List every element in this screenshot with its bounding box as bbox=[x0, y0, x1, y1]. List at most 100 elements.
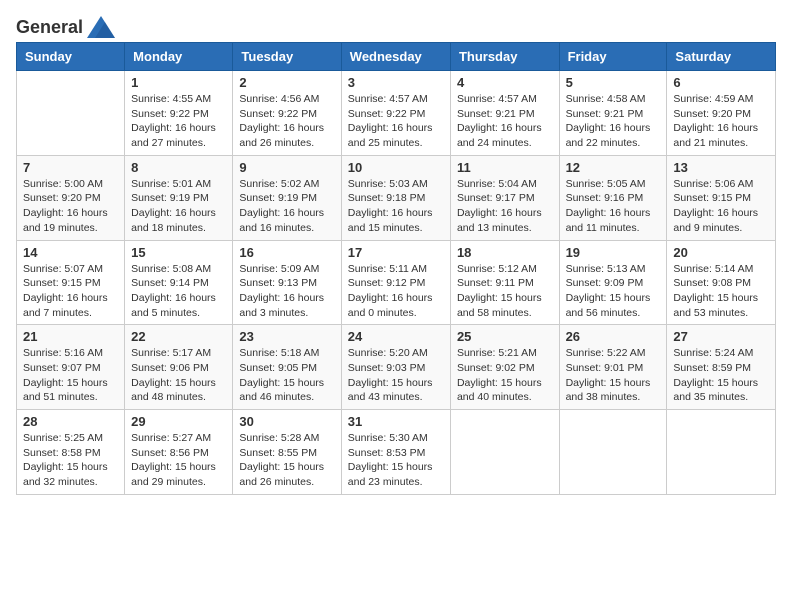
day-number: 29 bbox=[131, 414, 226, 429]
day-info: Sunrise: 5:07 AM Sunset: 9:15 PM Dayligh… bbox=[23, 262, 118, 321]
day-number: 13 bbox=[673, 160, 769, 175]
day-header-thursday: Thursday bbox=[450, 43, 559, 71]
day-info: Sunrise: 5:08 AM Sunset: 9:14 PM Dayligh… bbox=[131, 262, 226, 321]
calendar-cell: 30 Sunrise: 5:28 AM Sunset: 8:55 PM Dayli… bbox=[233, 410, 341, 495]
calendar-table: SundayMondayTuesdayWednesdayThursdayFrid… bbox=[16, 42, 776, 495]
day-info: Sunrise: 5:18 AM Sunset: 9:05 PM Dayligh… bbox=[239, 346, 334, 405]
day-info: Sunrise: 5:04 AM Sunset: 9:17 PM Dayligh… bbox=[457, 177, 553, 236]
day-info: Sunrise: 5:27 AM Sunset: 8:56 PM Dayligh… bbox=[131, 431, 226, 490]
day-number: 20 bbox=[673, 245, 769, 260]
day-number: 8 bbox=[131, 160, 226, 175]
calendar-cell: 27 Sunrise: 5:24 AM Sunset: 8:59 PM Dayli… bbox=[667, 325, 776, 410]
day-info: Sunrise: 5:09 AM Sunset: 9:13 PM Dayligh… bbox=[239, 262, 334, 321]
day-info: Sunrise: 4:55 AM Sunset: 9:22 PM Dayligh… bbox=[131, 92, 226, 151]
day-number: 7 bbox=[23, 160, 118, 175]
day-number: 23 bbox=[239, 329, 334, 344]
calendar-cell: 21 Sunrise: 5:16 AM Sunset: 9:07 PM Dayli… bbox=[17, 325, 125, 410]
calendar-header-row: SundayMondayTuesdayWednesdayThursdayFrid… bbox=[17, 43, 776, 71]
day-info: Sunrise: 4:57 AM Sunset: 9:21 PM Dayligh… bbox=[457, 92, 553, 151]
calendar-cell: 10Sunrise: 5:03 AM Sunset: 9:18 PM Dayli… bbox=[341, 155, 450, 240]
day-info: Sunrise: 5:30 AM Sunset: 8:53 PM Dayligh… bbox=[348, 431, 444, 490]
day-number: 1 bbox=[131, 75, 226, 90]
calendar-cell: 2 Sunrise: 4:56 AM Sunset: 9:22 PM Daylig… bbox=[233, 71, 341, 156]
calendar-cell: 14 Sunrise: 5:07 AM Sunset: 9:15 PM Dayli… bbox=[17, 240, 125, 325]
day-number: 11 bbox=[457, 160, 553, 175]
day-number: 10 bbox=[348, 160, 444, 175]
day-number: 31 bbox=[348, 414, 444, 429]
day-number: 9 bbox=[239, 160, 334, 175]
calendar-cell bbox=[450, 410, 559, 495]
day-info: Sunrise: 5:28 AM Sunset: 8:55 PM Dayligh… bbox=[239, 431, 334, 490]
calendar-cell: 13 Sunrise: 5:06 AM Sunset: 9:15 PM Dayli… bbox=[667, 155, 776, 240]
logo: General bbox=[16, 16, 115, 34]
logo-icon bbox=[87, 16, 115, 38]
calendar-cell: 11 Sunrise: 5:04 AM Sunset: 9:17 PM Dayli… bbox=[450, 155, 559, 240]
day-info: Sunrise: 4:58 AM Sunset: 9:21 PM Dayligh… bbox=[566, 92, 661, 151]
calendar-week-row: 21 Sunrise: 5:16 AM Sunset: 9:07 PM Dayli… bbox=[17, 325, 776, 410]
day-number: 15 bbox=[131, 245, 226, 260]
day-info: Sunrise: 5:17 AM Sunset: 9:06 PM Dayligh… bbox=[131, 346, 226, 405]
day-info: Sunrise: 5:11 AM Sunset: 9:12 PM Dayligh… bbox=[348, 262, 444, 321]
day-number: 27 bbox=[673, 329, 769, 344]
calendar-cell: 5 Sunrise: 4:58 AM Sunset: 9:21 PM Daylig… bbox=[559, 71, 667, 156]
day-info: Sunrise: 5:06 AM Sunset: 9:15 PM Dayligh… bbox=[673, 177, 769, 236]
calendar-cell: 8Sunrise: 5:01 AM Sunset: 9:19 PM Daylig… bbox=[125, 155, 233, 240]
calendar-cell: 12 Sunrise: 5:05 AM Sunset: 9:16 PM Dayli… bbox=[559, 155, 667, 240]
day-info: Sunrise: 5:05 AM Sunset: 9:16 PM Dayligh… bbox=[566, 177, 661, 236]
day-info: Sunrise: 5:25 AM Sunset: 8:58 PM Dayligh… bbox=[23, 431, 118, 490]
day-number: 30 bbox=[239, 414, 334, 429]
day-header-wednesday: Wednesday bbox=[341, 43, 450, 71]
calendar-cell: 17 Sunrise: 5:11 AM Sunset: 9:12 PM Dayli… bbox=[341, 240, 450, 325]
calendar-cell: 16Sunrise: 5:09 AM Sunset: 9:13 PM Dayli… bbox=[233, 240, 341, 325]
day-info: Sunrise: 4:59 AM Sunset: 9:20 PM Dayligh… bbox=[673, 92, 769, 151]
calendar-cell: 1 Sunrise: 4:55 AM Sunset: 9:22 PM Daylig… bbox=[125, 71, 233, 156]
day-header-tuesday: Tuesday bbox=[233, 43, 341, 71]
calendar-cell: 19Sunrise: 5:13 AM Sunset: 9:09 PM Dayli… bbox=[559, 240, 667, 325]
day-number: 26 bbox=[566, 329, 661, 344]
calendar-cell: 4Sunrise: 4:57 AM Sunset: 9:21 PM Daylig… bbox=[450, 71, 559, 156]
calendar-cell: 18 Sunrise: 5:12 AM Sunset: 9:11 PM Dayli… bbox=[450, 240, 559, 325]
day-info: Sunrise: 5:21 AM Sunset: 9:02 PM Dayligh… bbox=[457, 346, 553, 405]
day-info: Sunrise: 5:20 AM Sunset: 9:03 PM Dayligh… bbox=[348, 346, 444, 405]
day-info: Sunrise: 5:24 AM Sunset: 8:59 PM Dayligh… bbox=[673, 346, 769, 405]
calendar-week-row: 7Sunrise: 5:00 AM Sunset: 9:20 PM Daylig… bbox=[17, 155, 776, 240]
calendar-week-row: 14 Sunrise: 5:07 AM Sunset: 9:15 PM Dayli… bbox=[17, 240, 776, 325]
page-header: General bbox=[16, 16, 776, 34]
day-number: 21 bbox=[23, 329, 118, 344]
day-info: Sunrise: 5:12 AM Sunset: 9:11 PM Dayligh… bbox=[457, 262, 553, 321]
day-info: Sunrise: 5:13 AM Sunset: 9:09 PM Dayligh… bbox=[566, 262, 661, 321]
calendar-cell: 15 Sunrise: 5:08 AM Sunset: 9:14 PM Dayli… bbox=[125, 240, 233, 325]
calendar-week-row: 28Sunrise: 5:25 AM Sunset: 8:58 PM Dayli… bbox=[17, 410, 776, 495]
calendar-cell: 28Sunrise: 5:25 AM Sunset: 8:58 PM Dayli… bbox=[17, 410, 125, 495]
calendar-cell bbox=[559, 410, 667, 495]
calendar-cell: 9Sunrise: 5:02 AM Sunset: 9:19 PM Daylig… bbox=[233, 155, 341, 240]
day-number: 24 bbox=[348, 329, 444, 344]
calendar-cell bbox=[17, 71, 125, 156]
day-number: 2 bbox=[239, 75, 334, 90]
day-info: Sunrise: 4:56 AM Sunset: 9:22 PM Dayligh… bbox=[239, 92, 334, 151]
day-header-sunday: Sunday bbox=[17, 43, 125, 71]
day-number: 5 bbox=[566, 75, 661, 90]
day-info: Sunrise: 5:16 AM Sunset: 9:07 PM Dayligh… bbox=[23, 346, 118, 405]
day-info: Sunrise: 5:22 AM Sunset: 9:01 PM Dayligh… bbox=[566, 346, 661, 405]
day-number: 25 bbox=[457, 329, 553, 344]
calendar-cell: 6 Sunrise: 4:59 AM Sunset: 9:20 PM Daylig… bbox=[667, 71, 776, 156]
calendar-cell: 7Sunrise: 5:00 AM Sunset: 9:20 PM Daylig… bbox=[17, 155, 125, 240]
day-header-saturday: Saturday bbox=[667, 43, 776, 71]
calendar-cell bbox=[667, 410, 776, 495]
day-info: Sunrise: 4:57 AM Sunset: 9:22 PM Dayligh… bbox=[348, 92, 444, 151]
calendar-cell: 26 Sunrise: 5:22 AM Sunset: 9:01 PM Dayli… bbox=[559, 325, 667, 410]
day-number: 22 bbox=[131, 329, 226, 344]
day-info: Sunrise: 5:14 AM Sunset: 9:08 PM Dayligh… bbox=[673, 262, 769, 321]
logo-general: General bbox=[16, 17, 83, 38]
day-number: 17 bbox=[348, 245, 444, 260]
calendar-cell: 3 Sunrise: 4:57 AM Sunset: 9:22 PM Daylig… bbox=[341, 71, 450, 156]
day-number: 14 bbox=[23, 245, 118, 260]
day-number: 3 bbox=[348, 75, 444, 90]
calendar-cell: 25 Sunrise: 5:21 AM Sunset: 9:02 PM Dayli… bbox=[450, 325, 559, 410]
day-number: 6 bbox=[673, 75, 769, 90]
day-number: 18 bbox=[457, 245, 553, 260]
day-number: 12 bbox=[566, 160, 661, 175]
calendar-cell: 20 Sunrise: 5:14 AM Sunset: 9:08 PM Dayli… bbox=[667, 240, 776, 325]
day-header-monday: Monday bbox=[125, 43, 233, 71]
